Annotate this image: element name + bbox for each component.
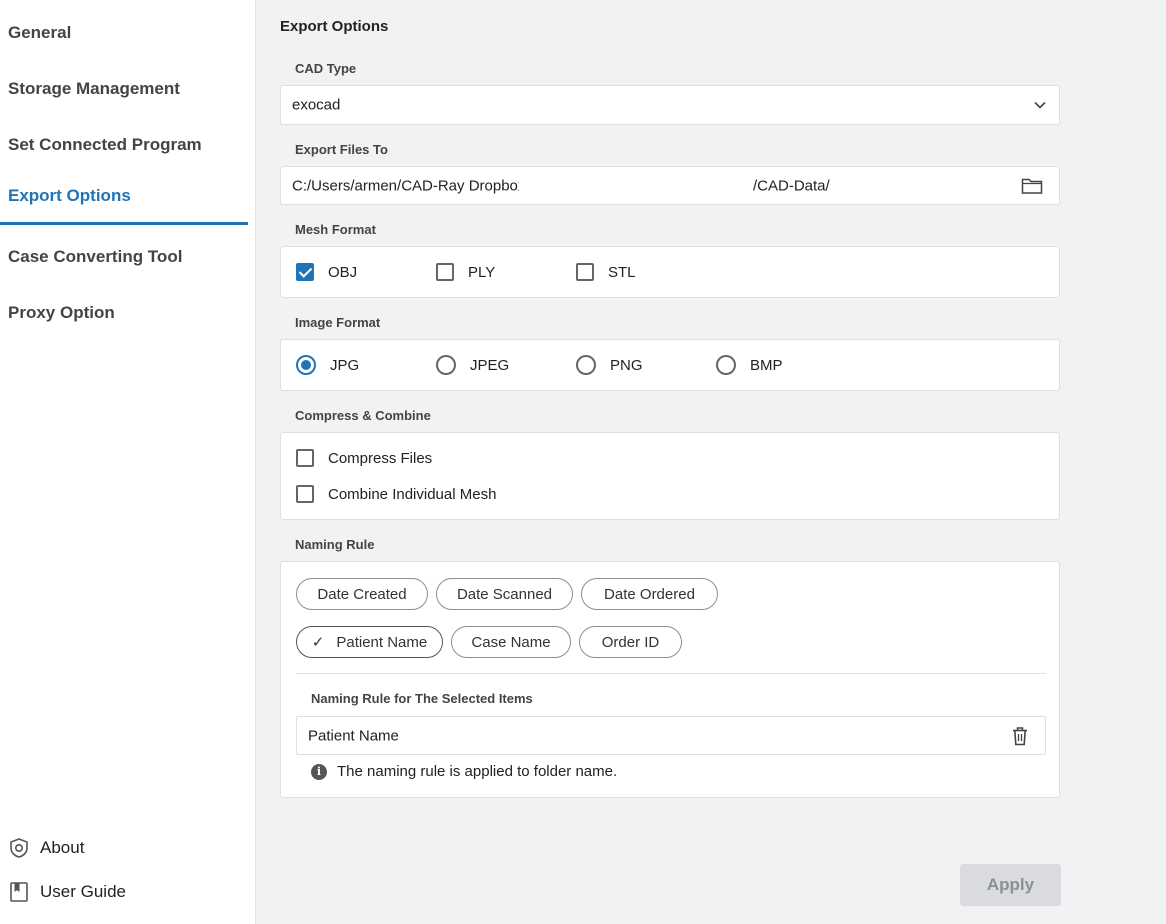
sidebar-item-label: Set Connected Program [8, 135, 202, 154]
sidebar-item-proxy-option[interactable]: Proxy Option [0, 285, 248, 341]
chip-date-created[interactable]: Date Created [296, 578, 428, 610]
shield-icon [10, 838, 28, 858]
combine-option-label: Combine Individual Mesh [328, 485, 497, 503]
divider [296, 673, 1046, 674]
about-link[interactable]: About [8, 836, 84, 860]
sidebar: General Storage Management Set Connected… [0, 0, 256, 924]
export-path-field[interactable]: C:/Users/armen/CAD-Ray Dropbox /CAD-Data… [280, 166, 1060, 205]
export-path-suffix: /CAD-Data/ [753, 177, 830, 194]
image-option-label: PNG [610, 356, 643, 374]
naming-rule-label: Naming Rule [295, 537, 375, 552]
radio-selected[interactable] [296, 355, 316, 375]
checkmark-icon: ✓ [311, 634, 325, 651]
compress-option-label: Compress Files [328, 449, 433, 467]
sidebar-item-general[interactable]: General [0, 5, 248, 61]
mesh-format-panel: OBJ PLY STL [280, 246, 1060, 298]
selected-items-label: Naming Rule for The Selected Items [311, 691, 533, 706]
trash-icon[interactable] [1011, 726, 1029, 746]
image-png-radio[interactable]: PNG [576, 355, 643, 375]
image-format-label: Image Format [295, 315, 381, 330]
mesh-option-label: PLY [468, 263, 496, 281]
checkbox[interactable] [576, 263, 594, 281]
chip-label: Patient Name [336, 633, 428, 651]
image-bmp-radio[interactable]: BMP [716, 355, 783, 375]
image-jpg-radio[interactable]: JPG [296, 355, 359, 375]
chip-label: Order ID [601, 633, 660, 651]
export-path-prefix: C:/Users/armen/CAD-Ray Dropbox [292, 177, 526, 194]
image-option-label: JPEG [470, 356, 510, 374]
chip-date-scanned[interactable]: Date Scanned [436, 578, 573, 610]
user-guide-label: User Guide [40, 882, 126, 901]
compress-files-checkbox[interactable]: Compress Files [296, 449, 432, 467]
radio[interactable] [716, 355, 736, 375]
mesh-ply-checkbox[interactable]: PLY [436, 263, 495, 281]
naming-rule-value: Patient Name [308, 727, 399, 744]
about-label: About [40, 838, 85, 857]
naming-rule-panel: Date Created Date Scanned Date Ordered ✓… [280, 561, 1060, 798]
image-format-panel: JPG JPEG PNG BMP [280, 339, 1060, 391]
cad-type-label: CAD Type [295, 61, 357, 76]
sidebar-item-storage-management[interactable]: Storage Management [0, 61, 248, 117]
sidebar-item-label: Proxy Option [8, 303, 115, 322]
checkbox[interactable] [296, 485, 314, 503]
chip-label: Date Ordered [604, 585, 695, 603]
checkbox[interactable] [296, 449, 314, 467]
book-icon [10, 882, 28, 902]
mesh-obj-checkbox[interactable]: OBJ [296, 263, 357, 281]
compress-combine-label: Compress & Combine [295, 408, 431, 423]
chevron-down-icon [1034, 101, 1046, 109]
combine-mesh-checkbox[interactable]: Combine Individual Mesh [296, 485, 496, 503]
sidebar-item-label: General [8, 23, 72, 42]
checkbox-checked[interactable] [296, 263, 314, 281]
naming-rule-field[interactable]: Patient Name [296, 716, 1046, 755]
radio[interactable] [576, 355, 596, 375]
image-option-label: JPG [330, 356, 360, 374]
cad-type-value: exocad [292, 96, 341, 114]
sidebar-item-label: Case Converting Tool [8, 247, 183, 266]
chip-date-ordered[interactable]: Date Ordered [581, 578, 718, 610]
info-text: The naming rule is applied to folder nam… [337, 763, 618, 780]
user-guide-link[interactable]: User Guide [8, 880, 126, 904]
export-files-to-label: Export Files To [295, 142, 388, 157]
checkbox[interactable] [436, 263, 454, 281]
sidebar-item-label: Storage Management [8, 79, 180, 98]
sidebar-item-label: Export Options [8, 185, 131, 205]
sidebar-item-case-converting-tool[interactable]: Case Converting Tool [0, 229, 248, 285]
page-title: Export Options [280, 18, 389, 35]
image-option-label: BMP [750, 356, 783, 374]
mesh-option-label: STL [608, 263, 636, 281]
apply-button[interactable]: Apply [960, 864, 1061, 906]
redacted-path-segment [519, 175, 751, 197]
chip-order-id[interactable]: Order ID [579, 626, 682, 658]
info-note: i The naming rule is applied to folder n… [311, 763, 617, 780]
mesh-option-label: OBJ [328, 263, 358, 281]
main-content: Export Options CAD Type exocad Export Fi… [256, 0, 1166, 924]
folder-icon[interactable] [1021, 177, 1043, 195]
chip-label: Case Name [471, 633, 551, 651]
chip-patient-name[interactable]: ✓ Patient Name [296, 626, 443, 658]
mesh-format-label: Mesh Format [295, 222, 376, 237]
info-icon: i [311, 763, 327, 780]
mesh-stl-checkbox[interactable]: STL [576, 263, 636, 281]
sidebar-item-export-options[interactable]: Export Options [0, 169, 248, 225]
compress-combine-panel: Compress Files Combine Individual Mesh [280, 432, 1060, 520]
cad-type-select[interactable]: exocad [280, 85, 1060, 125]
radio[interactable] [436, 355, 456, 375]
chip-label: Date Created [317, 585, 407, 603]
sidebar-item-set-connected-program[interactable]: Set Connected Program [0, 117, 248, 173]
chip-case-name[interactable]: Case Name [451, 626, 571, 658]
chip-label: Date Scanned [456, 585, 553, 603]
image-jpeg-radio[interactable]: JPEG [436, 355, 509, 375]
